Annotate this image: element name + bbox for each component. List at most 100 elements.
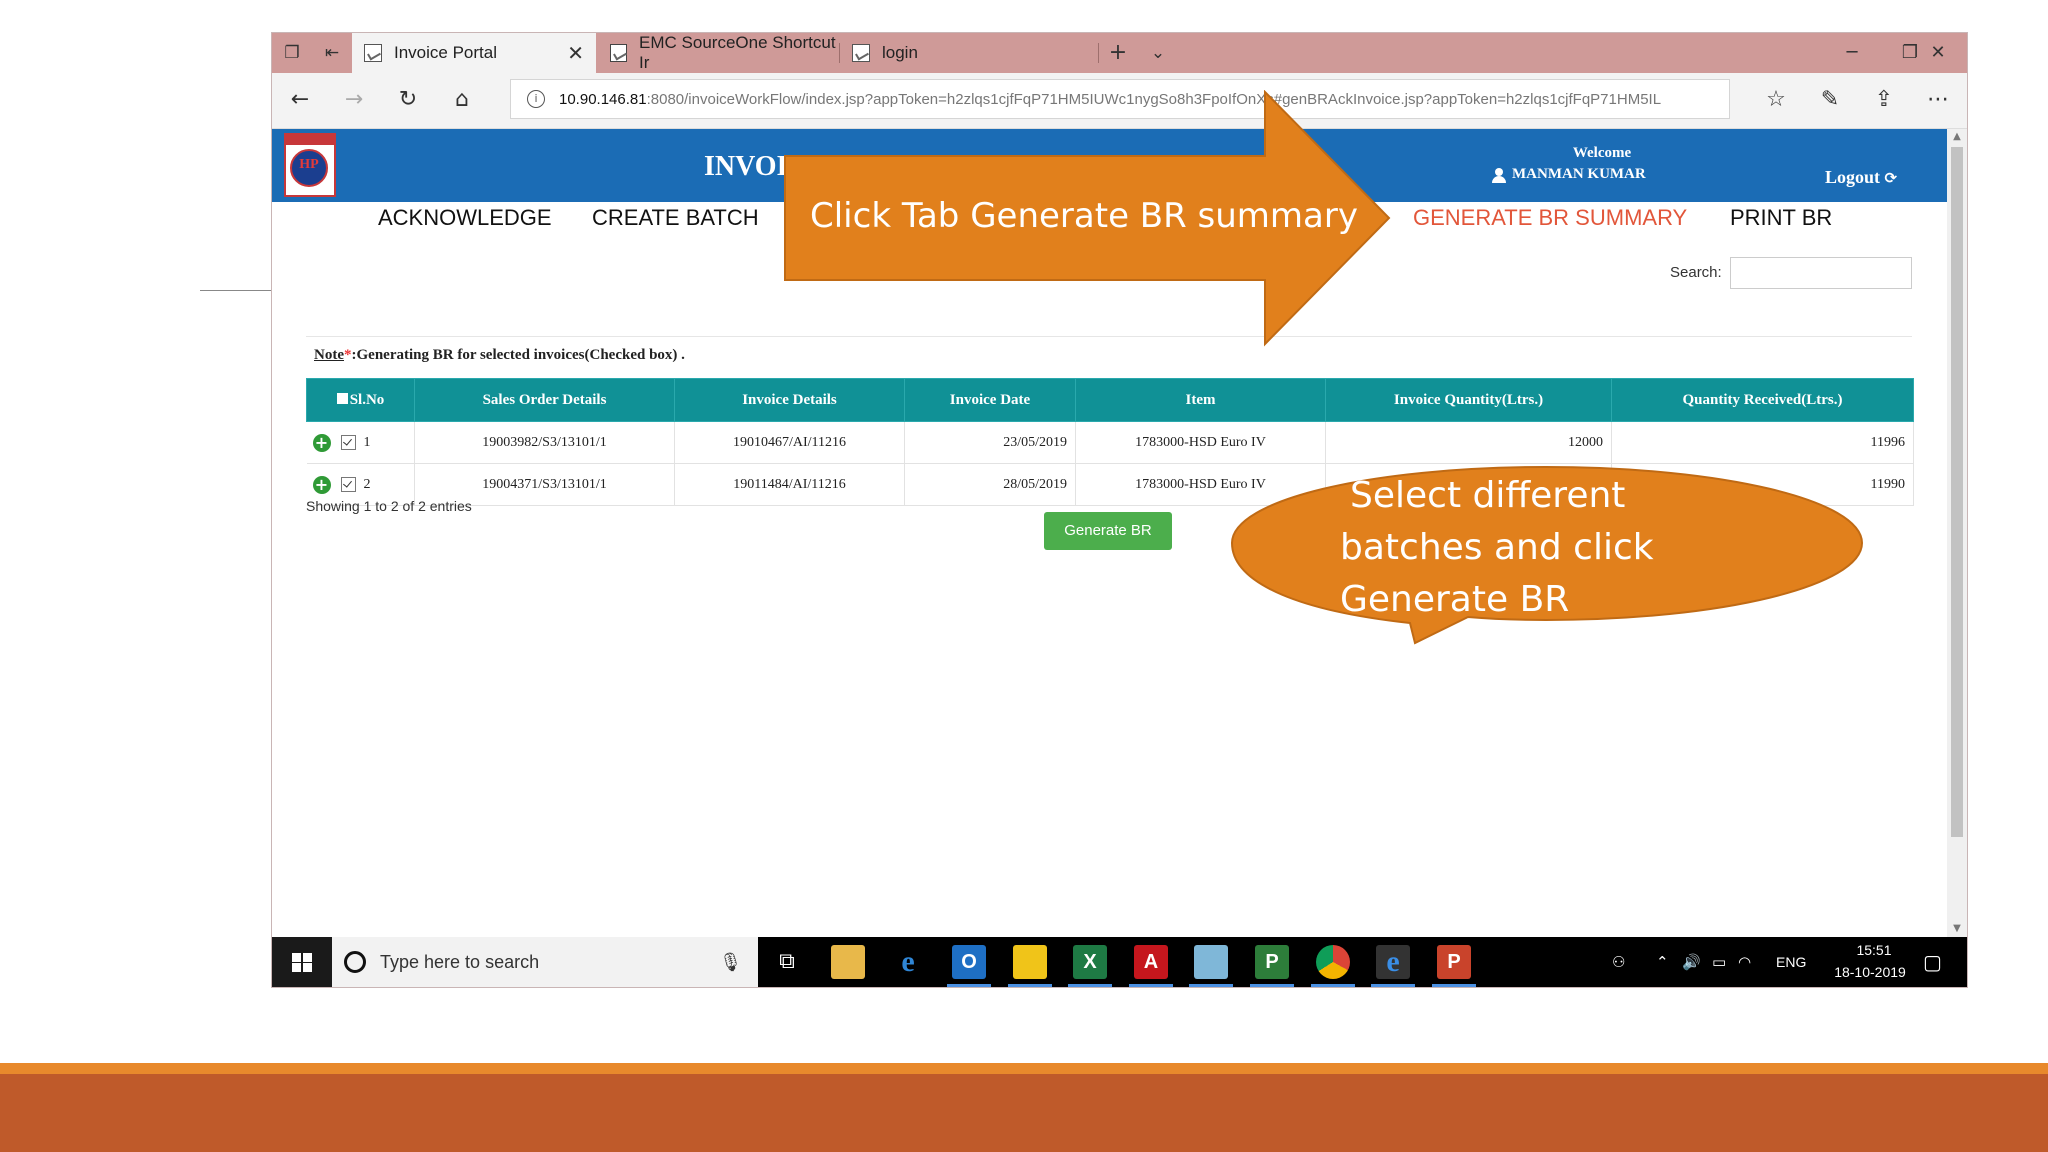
tab-generate-br-summary[interactable]: GENERATE BR SUMMARY: [1413, 205, 1687, 231]
internet-explorer-icon[interactable]: e: [891, 945, 925, 979]
running-indicator: [1068, 984, 1112, 987]
tab-invoice-portal[interactable]: Invoice Portal ✕: [352, 33, 596, 73]
action-center-icon[interactable]: ▢: [1923, 937, 1942, 987]
running-indicator: [1129, 984, 1173, 987]
refresh-icon[interactable]: ↻: [388, 81, 428, 119]
row-checkbox[interactable]: [340, 435, 356, 450]
running-indicator: [1371, 984, 1415, 987]
tab-separator: [1098, 43, 1099, 63]
site-info-icon[interactable]: i: [527, 90, 545, 108]
tab-manager-icon[interactable]: ❐: [280, 41, 304, 65]
file-explorer-icon[interactable]: [831, 945, 865, 979]
slide-footer-stripe: [0, 1063, 2048, 1074]
forward-icon[interactable]: →: [334, 81, 374, 119]
column-header-invoice-date[interactable]: Invoice Date: [904, 378, 1076, 422]
home-icon[interactable]: ⌂: [442, 81, 482, 119]
select-all-checkbox[interactable]: [336, 392, 348, 404]
tab-login[interactable]: login: [840, 33, 1070, 73]
acrobat-icon[interactable]: A: [1134, 945, 1168, 979]
sticky-notes-icon[interactable]: [1013, 945, 1047, 979]
minimize-icon[interactable]: ─: [1823, 33, 1881, 73]
people-icon[interactable]: ⚇: [1612, 937, 1625, 987]
column-header-invoice-quantity[interactable]: Invoice Quantity(Ltrs.): [1325, 378, 1612, 422]
page-favicon-icon: [364, 44, 382, 62]
page-favicon-icon: [852, 44, 870, 62]
chrome-icon[interactable]: [1316, 945, 1350, 979]
edge-icon[interactable]: e: [1376, 945, 1410, 979]
web-note-icon[interactable]: ✎: [1810, 81, 1850, 119]
set-aside-tabs-icon[interactable]: ⇤: [320, 41, 344, 65]
invoice-qty-cell: 12000: [1325, 421, 1612, 464]
battery-icon[interactable]: ▭: [1712, 937, 1726, 987]
wifi-icon[interactable]: ◠: [1738, 937, 1751, 987]
tab-label: EMC SourceOne Shortcut Ir: [639, 33, 836, 72]
project-icon[interactable]: P: [1255, 945, 1289, 979]
scroll-thumb[interactable]: [1951, 147, 1963, 837]
expand-row-icon[interactable]: +: [312, 433, 331, 452]
start-button[interactable]: [272, 937, 332, 987]
title-bar: ❐ ⇤ Invoice Portal ✕ EMC SourceOne Short…: [272, 33, 1967, 73]
column-header-item[interactable]: Item: [1075, 378, 1326, 422]
note-star: *: [344, 347, 352, 363]
share-icon[interactable]: ⇪: [1864, 81, 1904, 119]
more-options-icon[interactable]: ⋯: [1918, 81, 1958, 119]
column-header-sales-order[interactable]: Sales Order Details: [414, 378, 675, 422]
clock-time[interactable]: 15:51: [1839, 942, 1909, 958]
expand-row-icon[interactable]: +: [312, 475, 331, 494]
app-icon[interactable]: [1194, 945, 1228, 979]
close-window-icon[interactable]: ✕: [1909, 33, 1967, 73]
show-hidden-icons-icon[interactable]: ⌃: [1656, 937, 1669, 987]
language-indicator[interactable]: ENG: [1776, 937, 1806, 987]
invoice-cell: 19011484/AI/11216: [674, 463, 905, 506]
new-tab-icon[interactable]: +: [1106, 41, 1130, 65]
tab-preview-chevron-icon[interactable]: ⌄: [1146, 41, 1170, 65]
generate-br-button[interactable]: Generate BR: [1044, 512, 1172, 550]
url-host: 10.90.146.81: [559, 90, 647, 108]
logout-label: Logout: [1825, 167, 1881, 187]
running-indicator: [1250, 984, 1294, 987]
column-label: Sl.No: [349, 391, 385, 408]
invoice-date-cell: 28/05/2019: [904, 463, 1076, 506]
search-input[interactable]: [1730, 257, 1912, 289]
row-checkbox[interactable]: [340, 477, 356, 492]
column-header-slno[interactable]: Sl.No: [306, 378, 415, 422]
tab-acknowledge[interactable]: ACKNOWLEDGE: [378, 205, 552, 231]
search-label: Search:: [1670, 264, 1722, 281]
row-slno: 1: [363, 434, 371, 450]
logout-link[interactable]: Logout ⟳: [1825, 167, 1897, 188]
microphone-icon[interactable]: 🎙: [719, 952, 742, 973]
table-header-row: Sl.No Sales Order Details Invoice Detail…: [306, 378, 1914, 422]
callout-bubble-text: Select different batches and click Gener…: [1340, 470, 1660, 626]
task-view-icon[interactable]: ⧉: [770, 945, 804, 979]
favorites-icon[interactable]: ☆: [1756, 81, 1796, 119]
tab-create-batch[interactable]: CREATE BATCH: [592, 205, 759, 231]
logo-emblem: HP: [290, 149, 328, 187]
received-qty-cell: 11996: [1611, 421, 1914, 464]
tab-print-br[interactable]: PRINT BR: [1730, 205, 1832, 231]
outlook-icon[interactable]: O: [952, 945, 986, 979]
close-tab-icon[interactable]: ✕: [567, 41, 584, 65]
column-header-quantity-received[interactable]: Quantity Received(Ltrs.): [1611, 378, 1914, 422]
hp-logo: HP: [284, 133, 336, 197]
note-body: :Generating BR for selected invoices(Che…: [351, 347, 685, 363]
scroll-down-icon[interactable]: ▼: [1947, 921, 1967, 937]
volume-icon[interactable]: 🔊: [1682, 937, 1701, 987]
tab-emc-sourceone[interactable]: EMC SourceOne Shortcut Ir: [598, 33, 838, 73]
logout-icon: ⟳: [1884, 169, 1898, 187]
logo-banner: [286, 135, 334, 145]
back-icon[interactable]: ←: [280, 81, 320, 119]
clock-date[interactable]: 18-10-2019: [1820, 964, 1920, 980]
column-header-invoice-details[interactable]: Invoice Details: [674, 378, 905, 422]
welcome-text: Welcome: [1572, 145, 1632, 161]
page-scrollbar[interactable]: ▲ ▼: [1947, 129, 1967, 937]
callout-arrow-text: Click Tab Generate BR summary: [810, 196, 1358, 236]
taskbar-search[interactable]: Type here to search 🎙: [332, 937, 758, 987]
sales-order-cell: 19003982/S3/13101/1: [414, 421, 675, 464]
user-info: MANMAN KUMAR: [1492, 166, 1646, 183]
scroll-up-icon[interactable]: ▲: [1947, 129, 1967, 145]
user-icon: [1492, 167, 1506, 183]
page-title: INVOI: [704, 151, 788, 182]
excel-icon[interactable]: X: [1073, 945, 1107, 979]
powerpoint-icon[interactable]: P: [1437, 945, 1471, 979]
note-prefix: Note: [314, 347, 344, 363]
